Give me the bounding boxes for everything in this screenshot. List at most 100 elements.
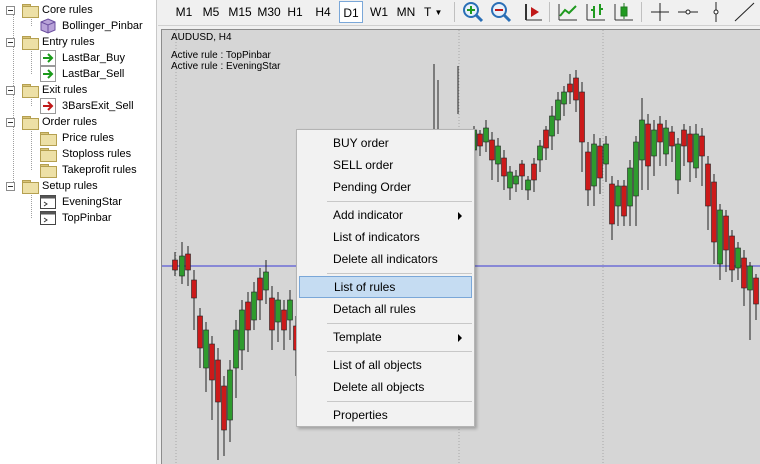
tree-item-toppinbar[interactable]: TopPinbar (40, 210, 156, 226)
tree-item-label: Stoploss rules (62, 148, 132, 160)
green-arrow-icon (40, 50, 56, 66)
candle-body (591, 143, 597, 187)
candle-body (603, 143, 609, 165)
collapse-toggle[interactable] (6, 86, 15, 95)
menu-item-detach-all-rules[interactable]: Detach all rules (299, 298, 472, 320)
folder-icon (40, 162, 57, 178)
menu-item-label: BUY order (333, 136, 389, 150)
candle-body (729, 235, 735, 271)
menu-item-delete-all-objects[interactable]: Delete all objects (299, 376, 472, 398)
candle-body (275, 299, 281, 323)
timeframe-more-label: T (424, 5, 432, 19)
tree-item-label: Price rules (62, 132, 114, 144)
cube-icon (40, 18, 56, 34)
candle-body (251, 291, 257, 321)
collapse-toggle[interactable] (6, 182, 15, 191)
tree-item-price-rules[interactable]: Price rules (40, 130, 156, 146)
candle-body (483, 127, 489, 143)
crosshair-icon[interactable] (648, 1, 672, 23)
menu-item-add-indicator[interactable]: Add indicator (299, 204, 472, 226)
candle-body (567, 83, 573, 93)
menu-item-label: Pending Order (333, 180, 412, 194)
active-rule-label: Active rule : EveningStar (171, 61, 281, 72)
candle-body (197, 315, 203, 349)
menu-item-list-of-all-objects[interactable]: List of all objects (299, 354, 472, 376)
candle-body (191, 279, 197, 299)
zoom-out-icon[interactable] (489, 1, 513, 23)
menu-item-pending-order[interactable]: Pending Order (299, 176, 472, 198)
menu-item-label: Template (333, 330, 382, 344)
timeframe-more-dropdown[interactable]: T ▼ (424, 1, 446, 23)
folder-icon (40, 146, 57, 162)
menu-item-properties[interactable]: Properties (299, 404, 472, 426)
folder-icon (22, 114, 39, 130)
menu-item-sell-order[interactable]: SELL order (299, 154, 472, 176)
candle-body (525, 179, 531, 191)
candle-body (639, 119, 645, 161)
vertical-line-icon[interactable] (704, 1, 728, 23)
candle-body (621, 185, 627, 217)
timeframe-m5-button[interactable]: M5 (199, 1, 223, 23)
tree-item-lastbar-buy[interactable]: LastBar_Buy (40, 50, 156, 66)
tree-item-eveningstar[interactable]: EveningStar (40, 194, 156, 210)
trendline-icon[interactable] (732, 1, 756, 23)
folder-icon (22, 178, 39, 194)
toolbar-separator (641, 2, 642, 22)
tree-item-core-rules[interactable]: Core rules (6, 2, 156, 18)
candle-body (263, 271, 269, 291)
candle-body (543, 129, 549, 149)
timeframe-m15-button[interactable]: M15 (226, 1, 254, 23)
candle-body (221, 385, 227, 431)
collapse-toggle[interactable] (6, 38, 15, 47)
tree-item-setup-rules[interactable]: Setup rules (6, 178, 156, 194)
collapse-toggle[interactable] (6, 6, 15, 15)
timeframe-h1-button[interactable]: H1 (284, 1, 306, 23)
zoom-in-icon[interactable] (461, 1, 485, 23)
timeframe-m30-button[interactable]: M30 (255, 1, 283, 23)
candle-body (495, 145, 501, 165)
tree-item-bollinger-pinbar[interactable]: Bollinger_Pinbar (40, 18, 156, 34)
candle-body (627, 167, 633, 207)
menu-separator (327, 323, 472, 324)
tree-item-order-rules[interactable]: Order rules (6, 114, 156, 130)
candle-body (287, 299, 293, 321)
tree-item-exit-rules[interactable]: Exit rules (6, 82, 156, 98)
bar-chart-icon[interactable] (584, 1, 608, 23)
menu-item-delete-all-indicators[interactable]: Delete all indicators (299, 248, 472, 270)
line-chart-icon[interactable] (556, 1, 580, 23)
timeframe-w1-button[interactable]: W1 (368, 1, 390, 23)
tree-item-label: Core rules (42, 4, 93, 16)
tree-item-entry-rules[interactable]: Entry rules (6, 34, 156, 50)
candle-body (501, 157, 507, 177)
tree-item-takeprofit-rules[interactable]: Takeprofit rules (40, 162, 156, 178)
timeframe-h4-button[interactable]: H4 (312, 1, 334, 23)
menu-item-list-of-rules[interactable]: List of rules (299, 276, 472, 298)
candlestick-icon[interactable] (612, 1, 636, 23)
candle-body (735, 247, 741, 269)
candle-body (711, 181, 717, 243)
menu-item-buy-order[interactable]: BUY order (299, 132, 472, 154)
candle-body (645, 123, 651, 167)
chevron-down-icon: ▼ (434, 7, 443, 17)
candle-body (747, 265, 753, 291)
timeframe-d1-button[interactable]: D1 (339, 1, 363, 23)
candle-body (227, 369, 233, 421)
menu-item-template[interactable]: Template (299, 326, 472, 348)
candle-body (179, 255, 185, 277)
candle-body (633, 141, 639, 197)
candle-body (537, 145, 543, 161)
collapse-toggle[interactable] (6, 118, 15, 127)
tree-item-stoploss-rules[interactable]: Stoploss rules (40, 146, 156, 162)
candle-body (513, 175, 519, 185)
candle-body (615, 185, 621, 207)
tree-item-label: TopPinbar (62, 212, 112, 224)
tree-item-3barsexit-sell[interactable]: 3BarsExit_Sell (40, 98, 156, 114)
red-arrow-icon (40, 98, 56, 114)
menu-item-list-of-indicators[interactable]: List of indicators (299, 226, 472, 248)
chart-shift-icon[interactable] (522, 1, 546, 23)
candle-body (531, 163, 537, 181)
timeframe-mn-button[interactable]: MN (394, 1, 418, 23)
horizontal-line-icon[interactable] (676, 1, 700, 23)
timeframe-m1-button[interactable]: M1 (172, 1, 196, 23)
tree-item-lastbar-sell[interactable]: LastBar_Sell (40, 66, 156, 82)
